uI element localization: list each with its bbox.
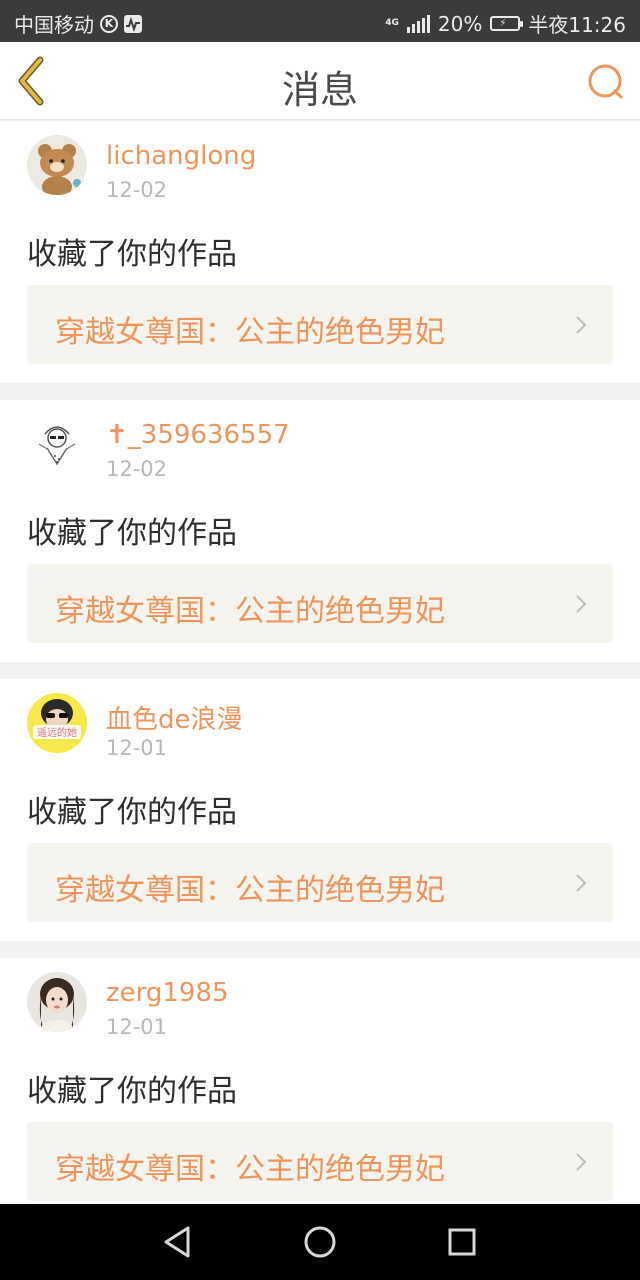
username[interactable]: ✝_359636557: [106, 420, 290, 450]
work-title: 穿越女尊国：公主的绝色男妃: [55, 1152, 445, 1187]
avatar[interactable]: [27, 135, 87, 195]
message-list[interactable]: lichanglong 12-02 收藏了你的作品 穿越女尊国：公主的绝色男妃 …: [0, 121, 640, 1204]
carrier-label: 中国移动: [14, 13, 94, 37]
status-bar-left: 中国移动 K: [14, 9, 142, 38]
action-text: 收藏了你的作品: [27, 237, 237, 272]
clock: 半夜11:26: [528, 13, 626, 37]
action-text: 收藏了你的作品: [27, 795, 237, 830]
work-link[interactable]: 穿越女尊国：公主的绝色男妃: [27, 285, 613, 364]
search-button[interactable]: [586, 62, 626, 102]
k-icon: K: [100, 14, 118, 33]
status-bar-right: 4G 20% ⚡ 半夜11:26: [385, 9, 626, 38]
page-title: 消息: [281, 68, 358, 112]
network-type-label: 4G: [385, 18, 399, 28]
navigation-bar: [0, 1204, 640, 1280]
work-link[interactable]: 穿越女尊国：公主的绝色男妃: [27, 564, 613, 643]
work-title: 穿越女尊国：公主的绝色男妃: [55, 315, 445, 350]
avatar[interactable]: 遥远的她: [27, 693, 87, 753]
avatar[interactable]: [27, 414, 87, 474]
nav-home-button[interactable]: [300, 1222, 340, 1262]
chevron-right-icon: [576, 595, 587, 613]
message-date: 12-01: [106, 1015, 168, 1039]
action-text: 收藏了你的作品: [27, 1074, 237, 1109]
message-card: 遥远的她 血色de浪漫 12-01 收藏了你的作品 穿越女尊国：公主的绝色男妃: [0, 679, 640, 941]
avatar-caption: 遥远的她: [37, 726, 77, 739]
message-date: 12-02: [106, 457, 168, 481]
battery-icon: ⚡: [490, 16, 524, 31]
username[interactable]: zerg1985: [106, 978, 229, 1008]
nav-recents-button[interactable]: [442, 1222, 482, 1262]
message-date: 12-02: [106, 178, 168, 202]
app-header: 消息: [0, 42, 640, 120]
battery-percent: 20%: [437, 11, 483, 36]
signal-icon: [406, 14, 430, 33]
square-recents-icon: [448, 1228, 476, 1256]
activity-icon: [124, 14, 142, 33]
work-title: 穿越女尊国：公主的绝色男妃: [55, 594, 445, 629]
username[interactable]: 血色de浪漫: [106, 699, 243, 736]
work-title: 穿越女尊国：公主的绝色男妃: [55, 873, 445, 908]
search-icon: [588, 64, 623, 99]
username[interactable]: lichanglong: [106, 141, 256, 171]
avatar[interactable]: [27, 972, 87, 1032]
nav-back-button[interactable]: [158, 1222, 198, 1262]
message-card: ✝_359636557 12-02 收藏了你的作品 穿越女尊国：公主的绝色男妃: [0, 400, 640, 662]
chevron-right-icon: [576, 874, 587, 892]
message-card: zerg1985 12-01 收藏了你的作品 穿越女尊国：公主的绝色男妃: [0, 958, 640, 1204]
triangle-back-icon: [164, 1226, 190, 1258]
message-date: 12-01: [106, 736, 168, 760]
circle-home-icon: [304, 1226, 336, 1258]
message-card: lichanglong 12-02 收藏了你的作品 穿越女尊国：公主的绝色男妃: [0, 121, 640, 383]
action-text: 收藏了你的作品: [27, 516, 237, 551]
status-bar: 中国移动 K 4G 20% ⚡ 半夜11:26: [0, 0, 640, 42]
work-link[interactable]: 穿越女尊国：公主的绝色男妃: [27, 1122, 613, 1201]
work-link[interactable]: 穿越女尊国：公主的绝色男妃: [27, 843, 613, 922]
chevron-right-icon: [576, 1153, 587, 1171]
chevron-right-icon: [576, 316, 587, 334]
